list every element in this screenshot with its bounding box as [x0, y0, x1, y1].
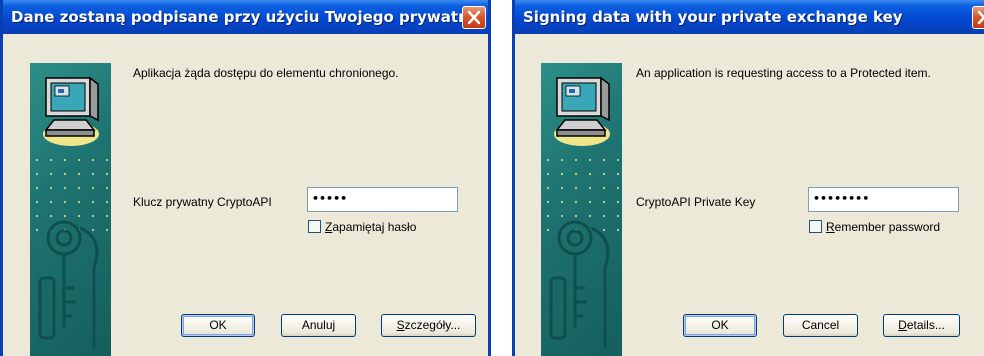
- password-input[interactable]: •••••: [307, 187, 458, 212]
- title-bar[interactable]: Dane zostaną podpisane przy użyciu Twoje…: [3, 0, 488, 34]
- cancel-button[interactable]: Anuluj: [281, 314, 356, 337]
- close-icon: [977, 10, 984, 25]
- remember-label-text: emember password: [834, 220, 941, 234]
- remember-password-checkbox[interactable]: [809, 220, 822, 233]
- keys-icon: [38, 220, 99, 348]
- dialog-polish: Dane zostaną podpisane przy użyciu Twoje…: [0, 0, 491, 356]
- close-button[interactable]: [462, 6, 486, 29]
- remember-password-label[interactable]: Remember password: [826, 220, 940, 234]
- title-bar[interactable]: Signing data with your private exchange …: [515, 0, 984, 34]
- security-sidebar: [30, 63, 111, 356]
- dialog-english: Signing data with your private exchange …: [512, 0, 984, 356]
- cancel-button[interactable]: Cancel: [783, 314, 858, 337]
- details-label-text: etails...: [906, 318, 945, 332]
- details-button[interactable]: Szczegóły...: [381, 314, 476, 337]
- private-key-label: Klucz prywatny CryptoAPI: [133, 195, 272, 209]
- password-input[interactable]: ••••••••: [808, 187, 959, 212]
- keys-icon: [549, 220, 610, 348]
- request-message: An application is requesting access to a…: [636, 66, 931, 80]
- remember-accelerator: R: [826, 220, 835, 234]
- remember-label-text: apamiętaj hasło: [332, 220, 417, 234]
- private-key-label: CryptoAPI Private Key: [636, 195, 756, 209]
- remember-password-label[interactable]: Zapamiętaj hasło: [325, 220, 416, 234]
- details-accelerator: D: [898, 318, 907, 332]
- details-accelerator: S: [396, 318, 405, 332]
- computer-icon: [554, 76, 610, 146]
- details-button[interactable]: Details...: [883, 314, 960, 337]
- request-message: Aplikacja żąda dostępu do elementu chron…: [133, 66, 399, 80]
- close-button[interactable]: [972, 6, 984, 29]
- dialog-title: Dane zostaną podpisane przy użyciu Twoje…: [11, 8, 486, 26]
- ok-button[interactable]: OK: [683, 314, 757, 337]
- ok-label: OK: [209, 318, 227, 332]
- cancel-label: Anuluj: [301, 318, 336, 332]
- remember-password-checkbox[interactable]: [308, 220, 321, 233]
- computer-icon: [43, 76, 99, 146]
- ok-label: OK: [711, 318, 729, 332]
- dialog-title: Signing data with your private exchange …: [523, 8, 903, 26]
- security-sidebar: [541, 63, 622, 356]
- details-label-text: zczegóły...: [404, 318, 461, 332]
- ok-button[interactable]: OK: [181, 314, 255, 337]
- cancel-label: Cancel: [801, 318, 840, 332]
- close-icon: [467, 10, 481, 25]
